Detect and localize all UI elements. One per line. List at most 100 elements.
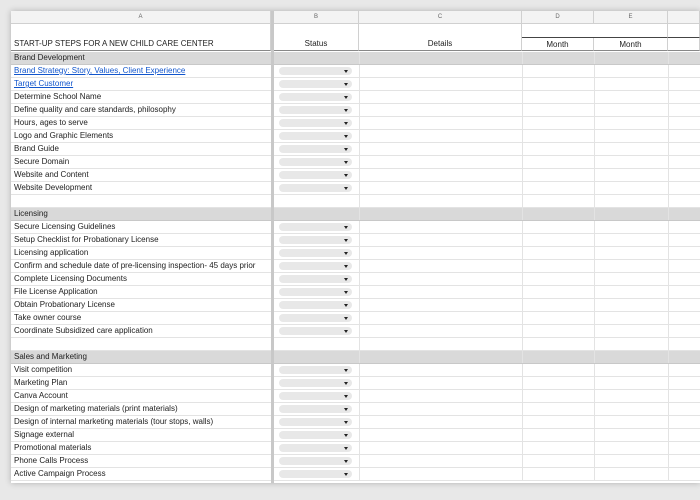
status-dropdown[interactable] xyxy=(279,301,352,309)
dropdown-arrow-icon xyxy=(344,317,348,320)
section-label[interactable]: Licensing xyxy=(11,208,271,220)
column-header-b[interactable]: B xyxy=(274,11,359,24)
column-header-e[interactable]: E xyxy=(594,11,668,24)
step-label[interactable]: Signage external xyxy=(11,429,271,441)
step-label[interactable]: Setup Checklist for Probationary License xyxy=(11,234,271,246)
status-dropdown[interactable] xyxy=(279,80,352,88)
status-dropdown[interactable] xyxy=(279,457,352,465)
status-dropdown[interactable] xyxy=(279,327,352,335)
step-label[interactable]: Visit competition xyxy=(11,364,271,376)
cell-border xyxy=(359,117,360,129)
step-label[interactable]: Define quality and care standards, philo… xyxy=(11,104,271,116)
cell-border xyxy=(668,221,669,233)
month-header-f[interactable] xyxy=(668,38,700,51)
dropdown-arrow-icon xyxy=(344,369,348,372)
table-row: Promotional materials xyxy=(11,442,700,455)
table-row: Confirm and schedule date of pre-licensi… xyxy=(11,260,700,273)
status-dropdown[interactable] xyxy=(279,366,352,374)
cell-border xyxy=(359,455,360,467)
status-dropdown[interactable] xyxy=(279,249,352,257)
cell-border xyxy=(359,182,360,194)
step-label[interactable]: Design of internal marketing materials (… xyxy=(11,416,271,428)
status-dropdown[interactable] xyxy=(279,275,352,283)
column-header-a[interactable]: A xyxy=(11,11,271,24)
step-label[interactable]: Secure Licensing Guidelines xyxy=(11,221,271,233)
status-dropdown[interactable] xyxy=(279,93,352,101)
step-label[interactable]: Complete Licensing Documents xyxy=(11,273,271,285)
step-label[interactable]: File License Application xyxy=(11,286,271,298)
cell-border xyxy=(359,325,360,337)
step-label[interactable]: Obtain Probationary License xyxy=(11,299,271,311)
header-title-cell[interactable]: START-UP STEPS FOR A NEW CHILD CARE CENT… xyxy=(11,24,271,51)
cell-border xyxy=(668,416,669,428)
month-header-d[interactable]: Month xyxy=(522,38,594,51)
column-header-f[interactable] xyxy=(668,11,700,24)
step-label[interactable]: Determine School Name xyxy=(11,91,271,103)
status-dropdown[interactable] xyxy=(279,106,352,114)
sheet-rows: Brand Development Brand Strategy: Story, … xyxy=(11,52,700,481)
step-label[interactable]: Secure Domain xyxy=(11,156,271,168)
section-label[interactable]: Sales and Marketing xyxy=(11,351,271,363)
cell-border xyxy=(668,52,669,64)
status-dropdown[interactable] xyxy=(279,67,352,75)
cell-border xyxy=(668,325,669,337)
cell-border xyxy=(359,403,360,415)
status-dropdown[interactable] xyxy=(279,262,352,270)
column-header-c[interactable]: C xyxy=(359,11,522,24)
step-label[interactable]: Coordinate Subsidized care application xyxy=(11,325,271,337)
status-dropdown[interactable] xyxy=(279,158,352,166)
status-dropdown[interactable] xyxy=(279,314,352,322)
cell-border xyxy=(522,260,523,272)
step-link[interactable]: Target Customer xyxy=(11,78,271,90)
status-dropdown[interactable] xyxy=(279,132,352,140)
step-label[interactable]: Active Campaign Process xyxy=(11,468,271,480)
column-header-d[interactable]: D xyxy=(522,11,594,24)
status-dropdown[interactable] xyxy=(279,418,352,426)
step-label[interactable]: Hours, ages to serve xyxy=(11,117,271,129)
frozen-column-divider[interactable] xyxy=(271,11,274,483)
step-label[interactable]: Confirm and schedule date of pre-licensi… xyxy=(11,260,271,272)
step-label[interactable]: Licensing application xyxy=(11,247,271,259)
step-label[interactable]: Take owner course xyxy=(11,312,271,324)
status-dropdown[interactable] xyxy=(279,444,352,452)
step-label[interactable]: Design of marketing materials (print mat… xyxy=(11,403,271,415)
step-label[interactable]: Marketing Plan xyxy=(11,377,271,389)
step-label[interactable] xyxy=(11,338,271,350)
step-label[interactable]: Brand Guide xyxy=(11,143,271,155)
step-link[interactable]: Brand Strategy: Story, Values, Client Ex… xyxy=(11,65,271,77)
step-label[interactable]: Logo and Graphic Elements xyxy=(11,130,271,142)
status-dropdown[interactable] xyxy=(279,119,352,127)
header-details-cell[interactable]: Details xyxy=(359,24,522,51)
status-dropdown[interactable] xyxy=(279,288,352,296)
cell-border xyxy=(359,91,360,103)
header-status-cell[interactable]: Status xyxy=(274,24,359,51)
status-dropdown[interactable] xyxy=(279,145,352,153)
status-dropdown[interactable] xyxy=(279,236,352,244)
step-label[interactable]: Website and Content xyxy=(11,169,271,181)
status-dropdown[interactable] xyxy=(279,184,352,192)
step-label[interactable]: Phone Calls Process xyxy=(11,455,271,467)
status-dropdown[interactable] xyxy=(279,379,352,387)
cell-border xyxy=(668,390,669,402)
step-label[interactable]: Website Development xyxy=(11,182,271,194)
status-dropdown[interactable] xyxy=(279,405,352,413)
cell-border xyxy=(668,273,669,285)
table-row: Phone Calls Process xyxy=(11,455,700,468)
cell-border xyxy=(359,169,360,181)
table-row: Website and Content xyxy=(11,169,700,182)
status-dropdown[interactable] xyxy=(279,392,352,400)
blank-row xyxy=(11,338,700,351)
step-label[interactable]: Canva Account xyxy=(11,390,271,402)
dropdown-arrow-icon xyxy=(344,265,348,268)
section-label[interactable]: Brand Development xyxy=(11,52,271,64)
status-dropdown[interactable] xyxy=(279,470,352,478)
cell-border xyxy=(668,169,669,181)
table-row: Licensing application xyxy=(11,247,700,260)
status-dropdown[interactable] xyxy=(279,171,352,179)
month-header-e[interactable]: Month xyxy=(594,38,668,51)
step-label[interactable] xyxy=(11,195,271,207)
table-row: Signage external xyxy=(11,429,700,442)
status-dropdown[interactable] xyxy=(279,431,352,439)
step-label[interactable]: Promotional materials xyxy=(11,442,271,454)
status-dropdown[interactable] xyxy=(279,223,352,231)
